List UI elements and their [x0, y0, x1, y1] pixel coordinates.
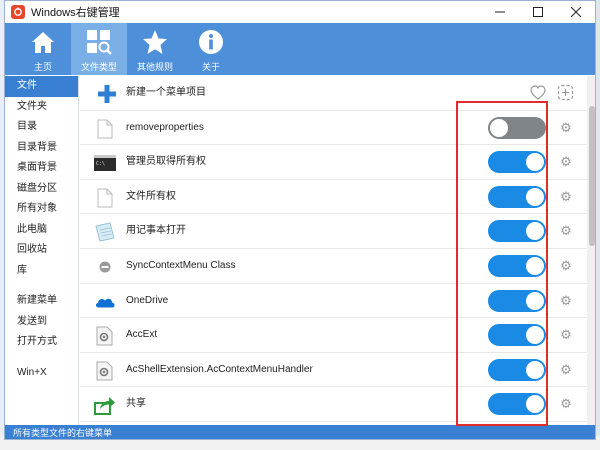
gear-icon[interactable]: ⚙ — [559, 224, 573, 238]
sidebar-item-this-pc[interactable]: 此电脑 — [5, 220, 78, 241]
settings-file-icon — [94, 325, 116, 347]
list-item-label: SyncContextMenu Class — [126, 260, 236, 271]
add-square-icon[interactable] — [557, 84, 574, 104]
gear-icon[interactable]: ⚙ — [559, 259, 573, 273]
annotation-highlight-box — [456, 101, 548, 426]
list-item-label: OneDrive — [126, 294, 169, 306]
sidebar-item-new-menu[interactable]: 新建菜单 — [5, 291, 78, 312]
list-item-label: 文件所有权 — [126, 190, 176, 202]
gear-icon[interactable]: ⚙ — [559, 328, 573, 342]
list-item-label: removeproperties — [126, 121, 204, 133]
cmd-icon: C:\ — [94, 152, 116, 174]
status-bar: 所有类型文件的右键菜单 — [5, 425, 595, 439]
info-icon — [197, 28, 225, 56]
gear-icon[interactable]: ⚙ — [559, 189, 573, 204]
list-item-label: 用记事本打开 — [126, 225, 186, 237]
main-toolbar: 主页 文件类型 其他规则 关于 — [5, 23, 595, 75]
sidebar-item-desktop-background[interactable]: 桌面背景 — [5, 158, 78, 179]
blank-file-icon — [94, 118, 116, 140]
tab-about-label: 关于 — [201, 62, 220, 72]
sidebar: 文件 文件夹 目录 目录背景 桌面背景 磁盘分区 所有对象 此电脑 回收站 库 … — [5, 76, 79, 425]
sidebar-item-win-x[interactable]: Win+X — [5, 363, 78, 384]
sidebar-item-all-objects[interactable]: 所有对象 — [5, 199, 78, 220]
gear-icon[interactable]: ⚙ — [559, 155, 573, 169]
tab-other-rules[interactable]: 其他规则 — [127, 23, 183, 75]
sidebar-divider — [5, 353, 78, 363]
tab-file-types[interactable]: 文件类型 — [71, 23, 127, 75]
list-item-label: AccExt — [126, 329, 158, 341]
sidebar-divider — [5, 281, 78, 291]
close-button[interactable] — [557, 1, 595, 23]
list-item-label: 管理员取得所有权 — [126, 156, 206, 168]
maximize-button[interactable] — [519, 1, 557, 23]
sidebar-item-directory[interactable]: 目录 — [5, 117, 78, 138]
sidebar-item-file[interactable]: 文件 — [5, 76, 78, 97]
home-icon — [29, 28, 57, 56]
new-menu-item-label: 新建一个菜单项目 — [126, 87, 206, 98]
onedrive-cloud-icon — [94, 291, 116, 313]
tab-about[interactable]: 关于 — [183, 23, 239, 75]
plus-icon — [96, 83, 118, 105]
list-item-label: 共享 — [126, 398, 146, 410]
tab-file-types-label: 文件类型 — [80, 62, 117, 72]
gear-icon[interactable]: ⚙ — [559, 362, 573, 377]
tab-home[interactable]: 主页 — [15, 23, 71, 75]
blank-file-icon — [94, 187, 116, 209]
minus-circle-icon — [94, 256, 116, 278]
gear-icon[interactable]: ⚙ — [559, 293, 573, 308]
sidebar-item-recycle-bin[interactable]: 回收站 — [5, 240, 78, 261]
scrollbar-thumb[interactable] — [589, 106, 595, 246]
share-arrow-icon — [94, 394, 116, 416]
svg-text:C:\: C:\ — [96, 161, 105, 167]
sidebar-item-send-to[interactable]: 发送到 — [5, 312, 78, 333]
gear-icon[interactable]: ⚙ — [559, 120, 573, 135]
file-search-icon — [85, 28, 113, 56]
sidebar-item-open-with[interactable]: 打开方式 — [5, 332, 78, 353]
app-logo-icon — [11, 5, 25, 19]
settings-file-icon — [94, 360, 116, 382]
tab-home-label: 主页 — [33, 62, 52, 72]
title-bar[interactable]: Windows右键管理 — [5, 1, 595, 23]
sidebar-item-library[interactable]: 库 — [5, 261, 78, 282]
list-item-label: AcShellExtension.AcContextMenuHandler — [126, 363, 313, 375]
star-icon — [141, 28, 169, 56]
sidebar-item-folder[interactable]: 文件夹 — [5, 97, 78, 118]
notepad-icon — [94, 221, 116, 243]
tab-other-rules-label: 其他规则 — [136, 62, 173, 72]
window-title: Windows右键管理 — [31, 7, 120, 19]
vertical-scrollbar[interactable] — [587, 76, 595, 425]
sidebar-item-directory-background[interactable]: 目录背景 — [5, 138, 78, 159]
sidebar-item-drive[interactable]: 磁盘分区 — [5, 179, 78, 200]
gear-icon[interactable]: ⚙ — [559, 397, 573, 411]
minimize-button[interactable] — [481, 1, 519, 23]
